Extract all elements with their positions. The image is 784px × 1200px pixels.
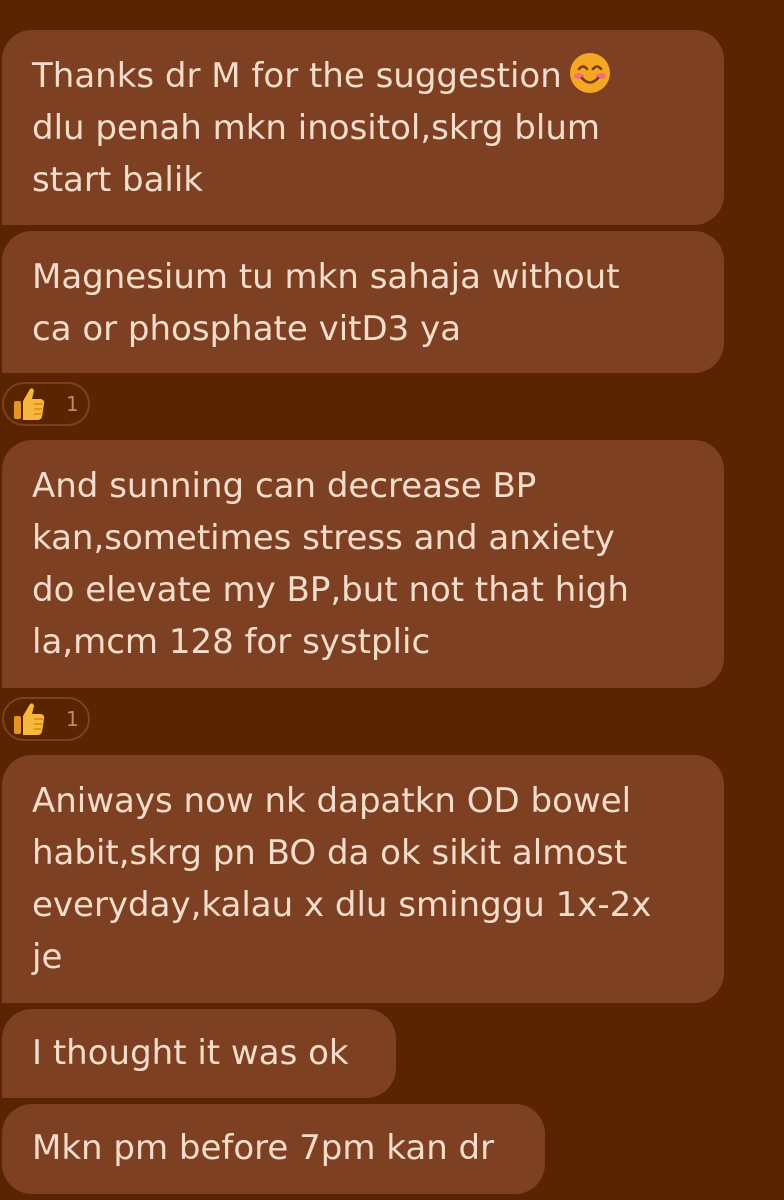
reaction-badge[interactable]: 1: [2, 697, 90, 741]
message-bubble[interactable]: Aniways now nk dapatkn OD bowel habit,sk…: [2, 755, 724, 1003]
message-bubble[interactable]: Magnesium tu mkn sahaja without ca or ph…: [2, 231, 724, 373]
message-bubble[interactable]: And sunning can decrease BP kan,sometime…: [2, 440, 724, 688]
thumbs-up-icon: [14, 388, 45, 420]
reaction-count: 1: [66, 392, 79, 416]
message-line: Magnesium tu mkn sahaja without: [32, 257, 620, 297]
reaction-count: 1: [66, 707, 79, 731]
message-line: start balik: [32, 160, 203, 200]
message-line: do elevate my BP,but not that high: [32, 570, 629, 610]
thumbs-up-icon: [14, 703, 45, 735]
message-line: dlu penah mkn inositol,skrg blum: [32, 108, 601, 148]
reaction-badge[interactable]: 1: [2, 382, 90, 426]
message-line: I thought it was ok: [32, 1033, 349, 1073]
message-bubble[interactable]: Thanks dr M for the suggestion dlu penah…: [2, 30, 724, 225]
message-line: ca or phosphate vitD3 ya: [32, 309, 462, 349]
message-line: kan,sometimes stress and anxiety: [32, 518, 615, 558]
smiling-face-emoji-icon: [569, 53, 610, 93]
message-bubble[interactable]: Mkn pm before 7pm kan dr: [2, 1104, 545, 1194]
message-line: Thanks dr M for the suggestion: [32, 50, 694, 102]
chat-thread: Thanks dr M for the suggestion dlu penah…: [0, 0, 784, 1200]
message-line: And sunning can decrease BP: [32, 466, 537, 506]
message-bubble[interactable]: I thought it was ok: [2, 1009, 396, 1098]
message-line: Aniways now nk dapatkn OD bowel: [32, 781, 632, 821]
message-line: habit,skrg pn BO da ok sikit almost: [32, 833, 628, 873]
message-line: everyday,kalau x dlu sminggu 1x-2x: [32, 885, 652, 925]
message-line: je: [32, 937, 63, 977]
message-line: la,mcm 128 for systplic: [32, 622, 431, 662]
message-line: Mkn pm before 7pm kan dr: [32, 1128, 495, 1168]
